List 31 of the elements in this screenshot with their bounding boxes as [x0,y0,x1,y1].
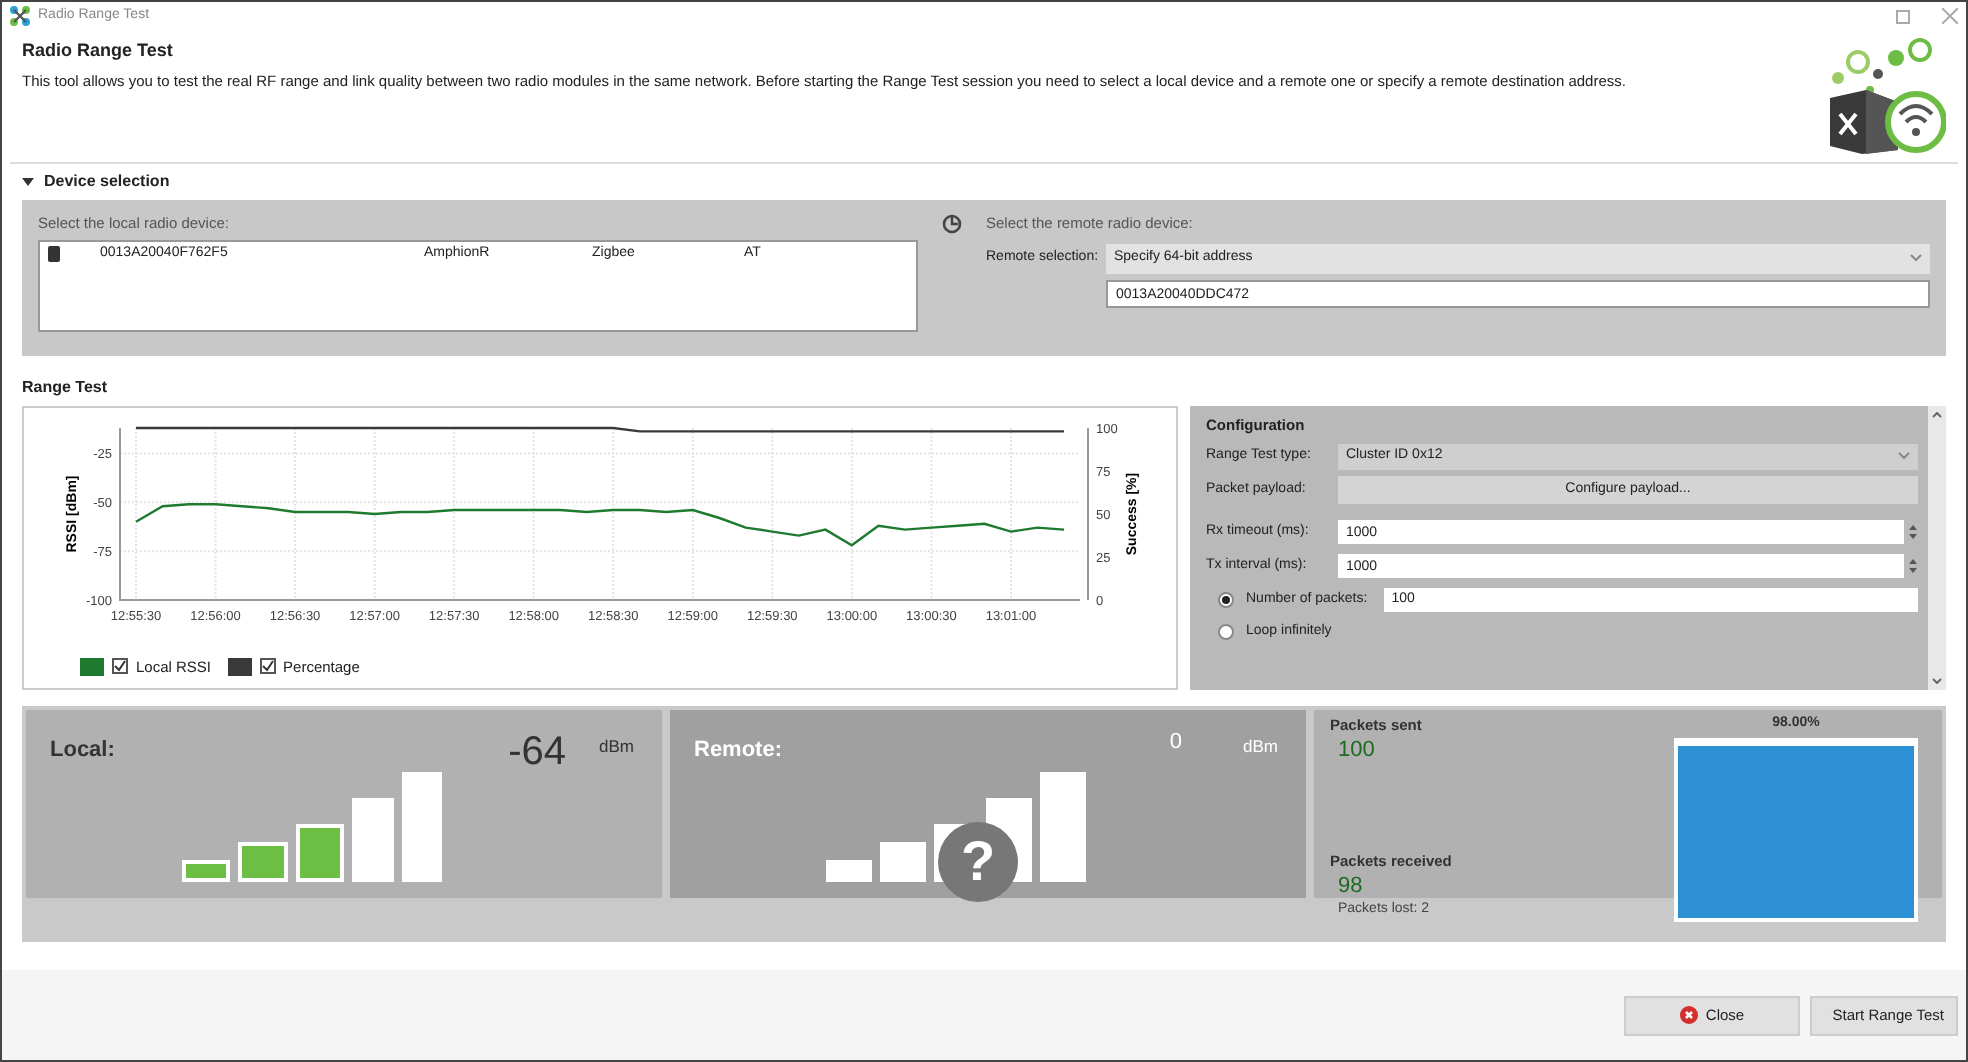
page-title: Radio Range Test [22,38,175,64]
legend-swatch [227,657,252,676]
signal-label: Local: [50,736,115,766]
signal-bar [826,860,872,882]
close-icon [1679,1006,1698,1024]
scroll-down-icon[interactable] [1932,678,1942,684]
scroll-up-icon[interactable] [1932,412,1942,418]
stat-value: 100 [1338,736,1375,766]
rssi-value: 0 [1169,728,1182,758]
stat-value: 98 [1338,872,1363,901]
section-title: Range Test [20,376,110,400]
section-toggle[interactable]: Device selection [2,164,1966,200]
spin-arrows-icon[interactable] [1908,558,1918,575]
scrollbar[interactable] [1928,406,1946,690]
spin-arrows-icon[interactable] [1908,524,1918,541]
question-icon: ? [938,822,1018,902]
legend-swatch [80,657,104,676]
signal-label: Remote: [694,736,783,766]
unit-label: dBm [1243,734,1278,760]
signal-bar [879,842,926,882]
chevron-icon [1910,254,1922,262]
checkbox[interactable] [259,658,276,675]
signal-bar [1040,772,1086,882]
rssi-value: -64 [508,728,566,778]
chevron-icon [1898,452,1910,461]
device-icon [48,246,60,262]
unit-label: dBm [599,734,634,760]
radio-button[interactable] [1218,623,1234,640]
radio-button[interactable] [1218,591,1234,608]
app-icon [10,6,30,26]
checkbox[interactable] [112,658,128,675]
